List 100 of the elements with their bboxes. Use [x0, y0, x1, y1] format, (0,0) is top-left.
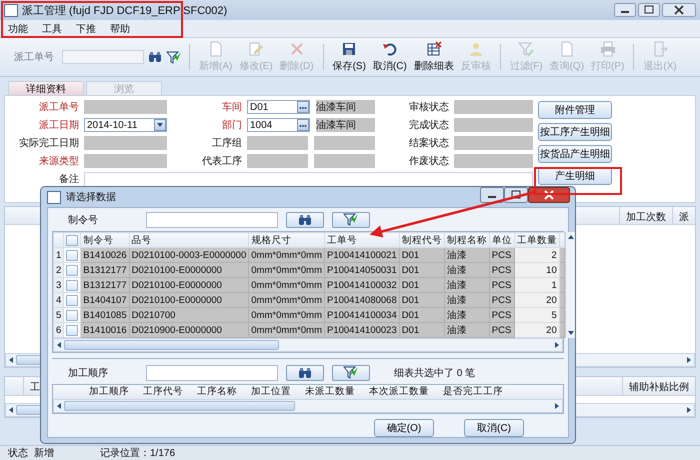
- status-label: 状态: [8, 446, 28, 460]
- filter-icon: [518, 41, 534, 57]
- table-cell: D0210100-0003-E0000000: [129, 248, 249, 262]
- action-button[interactable]: 按货品产生明细: [538, 145, 612, 163]
- ellipsis-icon: [297, 119, 309, 131]
- readonly-field: [247, 154, 308, 168]
- field-label: 车间: [221, 100, 242, 114]
- maximize-icon[interactable]: [638, 3, 660, 17]
- table-cell: PCS: [489, 262, 514, 278]
- lookup-field[interactable]: 1004: [247, 118, 310, 132]
- toolbar-button[interactable]: 删除细表: [412, 40, 456, 74]
- table-cell: 1: [514, 278, 560, 292]
- table-cell: D0210100-E0000000: [129, 278, 249, 292]
- dialog-button[interactable]: 取消(C): [464, 419, 524, 437]
- column-header: 工序代号: [143, 385, 183, 399]
- dialog-button[interactable]: 确定(O): [374, 419, 434, 437]
- menu-item[interactable]: 下推: [76, 22, 96, 36]
- field-label: 完成状态: [408, 118, 449, 132]
- checkbox[interactable]: [66, 310, 78, 320]
- save-icon: [341, 41, 358, 57]
- selection-count: 细表共选中了 0 笔: [394, 366, 476, 380]
- column-header: 工序名称: [197, 385, 237, 399]
- field-label: 审核状态: [408, 100, 449, 114]
- column-header: 本次派工数量: [369, 385, 429, 399]
- date-field[interactable]: 2014-10-11: [84, 118, 167, 132]
- scroll-thumb[interactable]: [64, 340, 280, 350]
- table-cell: 油漆: [444, 278, 490, 292]
- field-label: 部门: [221, 118, 242, 132]
- filter-label: 制令号: [68, 214, 99, 226]
- exit-icon: [652, 41, 668, 57]
- filter-field[interactable]: [146, 212, 278, 228]
- column-header: 制程名称: [444, 232, 490, 248]
- column-header: 工单数量: [514, 232, 560, 248]
- table-cell: P100414100023: [324, 322, 400, 338]
- column-header: 制程代号: [399, 232, 444, 248]
- row-number: 6: [54, 322, 64, 338]
- close-icon: [288, 41, 305, 57]
- horizontal-scrollbar[interactable]: [53, 399, 563, 413]
- table-cell: P100414050031: [324, 262, 400, 278]
- table-cell: P100414100032: [324, 278, 400, 292]
- table-cell: B1401085: [80, 308, 130, 322]
- row-number: 5: [54, 308, 64, 322]
- minimize-icon[interactable]: [614, 3, 636, 17]
- field-label: 来源类型: [38, 154, 79, 168]
- column-header: 加工顺序: [89, 385, 129, 399]
- search-label: 派工单号: [14, 50, 54, 64]
- column-header: 辅助补贴比例: [622, 377, 695, 395]
- lookup-field[interactable]: D01: [247, 100, 310, 114]
- binoculars-icon: [298, 366, 312, 378]
- table-cell: 20: [514, 322, 560, 338]
- checkbox[interactable]: [66, 234, 78, 246]
- checkbox[interactable]: [66, 280, 78, 290]
- menu-item[interactable]: 功能: [8, 22, 28, 36]
- table-cell: PCS: [489, 322, 514, 338]
- column-header: 品号: [129, 232, 249, 248]
- table-cell: 油漆: [444, 292, 490, 308]
- checkbox[interactable]: [66, 250, 78, 260]
- filter-field[interactable]: [146, 364, 278, 380]
- remark-field[interactable]: [84, 172, 533, 186]
- column-header: 制令号: [80, 232, 130, 248]
- person-icon: [468, 41, 484, 57]
- search-button[interactable]: [286, 212, 324, 228]
- filter-icon: [343, 366, 359, 379]
- checkbox[interactable]: [66, 264, 78, 276]
- filter-button[interactable]: [332, 364, 370, 380]
- table-cell: 0mm*0mm*0mm: [248, 308, 324, 322]
- toolbar-button[interactable]: 取消(C): [370, 40, 409, 74]
- ellipsis-icon: [297, 101, 309, 113]
- field-label: 工序组: [211, 136, 242, 150]
- checkbox[interactable]: [66, 324, 78, 336]
- action-button[interactable]: 按工序产生明细: [538, 123, 612, 141]
- filter-button[interactable]: [332, 212, 370, 228]
- search-button[interactable]: [286, 364, 324, 380]
- table-cell: D01: [399, 322, 444, 338]
- table-cell: 10: [514, 262, 560, 278]
- table-cell: 0mm*0mm*0mm: [248, 248, 324, 262]
- close-icon[interactable]: [662, 3, 696, 17]
- menu-item[interactable]: 帮助: [110, 22, 130, 36]
- dialog-title: 请选择数据: [66, 190, 116, 204]
- table-cell: D01: [399, 278, 444, 292]
- toolbar-button[interactable]: 保存(S): [330, 40, 368, 74]
- scroll-thumb[interactable]: [64, 401, 295, 411]
- document-icon: [208, 41, 224, 57]
- table-cell: P100414080068: [324, 292, 400, 308]
- table-cell: B1404107: [80, 292, 130, 308]
- action-button[interactable]: 附件管理: [538, 101, 612, 119]
- column-header: 工单号: [324, 232, 400, 248]
- horizontal-scrollbar[interactable]: [53, 338, 563, 352]
- filter-icon: [343, 213, 359, 226]
- menu-item[interactable]: 工具: [42, 22, 62, 36]
- row-number: 3: [54, 278, 64, 292]
- table-cell: 油漆: [444, 308, 490, 322]
- window-title: 派工管理 (fujd FJD DCF19_ERP SFC002): [22, 4, 228, 18]
- checkbox[interactable]: [66, 294, 78, 306]
- minimize-icon[interactable]: [480, 187, 504, 203]
- tab[interactable]: 详细资料: [8, 81, 84, 95]
- document-icon: [558, 41, 575, 57]
- search-field[interactable]: [62, 50, 144, 64]
- vertical-scrollbar[interactable]: [564, 232, 575, 338]
- readonly-field: [314, 154, 375, 168]
